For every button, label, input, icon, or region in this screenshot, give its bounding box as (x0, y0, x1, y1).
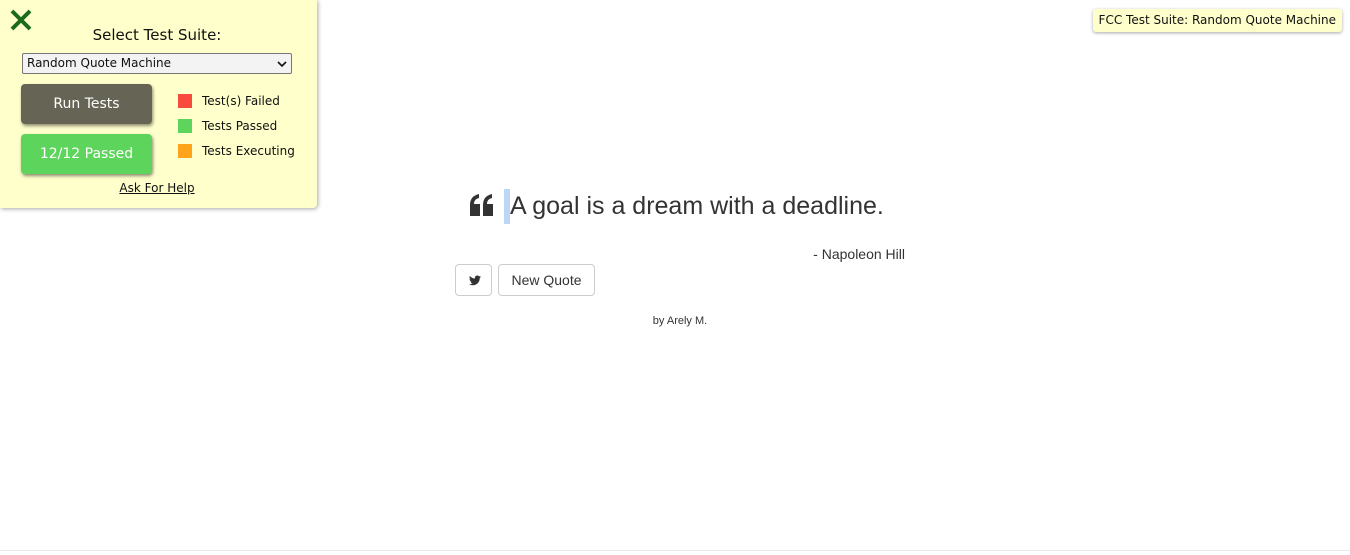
tests-passed-button[interactable]: 12/12 Passed (21, 134, 152, 174)
page-bottom-divider (0, 550, 1350, 551)
ask-for-help-link[interactable]: Ask For Help (0, 181, 314, 195)
executing-swatch (178, 144, 192, 158)
chevron-down-icon (277, 58, 287, 68)
twitter-icon (469, 275, 481, 286)
quote-left-icon (470, 194, 494, 216)
passed-swatch (178, 119, 192, 133)
quote-author: - Napoleon Hill (813, 246, 905, 262)
tweet-quote-button[interactable] (455, 264, 492, 296)
author-byline: by Arely M. (652, 315, 708, 327)
quote-box: A goal is a dream with a deadline. - Nap… (455, 186, 905, 298)
new-quote-button[interactable]: New Quote (498, 264, 595, 296)
legend-failed: Test(s) Failed (178, 93, 308, 109)
test-suite-panel: Select Test Suite: Random Quote Machine … (0, 0, 317, 208)
quote-text: A goal is a dream with a deadline. (510, 192, 884, 220)
legend-passed: Tests Passed (178, 118, 308, 134)
test-suite-title: Select Test Suite: (92, 26, 222, 44)
legend-passed-label: Tests Passed (202, 119, 278, 133)
test-suite-select-value: Random Quote Machine (27, 56, 172, 70)
run-tests-button[interactable]: Run Tests (21, 84, 152, 124)
legend-executing: Tests Executing (178, 143, 308, 159)
failed-swatch (178, 94, 192, 108)
legend-executing-label: Tests Executing (202, 144, 295, 158)
test-suite-tooltip: FCC Test Suite: Random Quote Machine (1092, 9, 1342, 32)
test-suite-select[interactable]: Random Quote Machine (22, 53, 292, 74)
legend-failed-label: Test(s) Failed (202, 94, 280, 108)
